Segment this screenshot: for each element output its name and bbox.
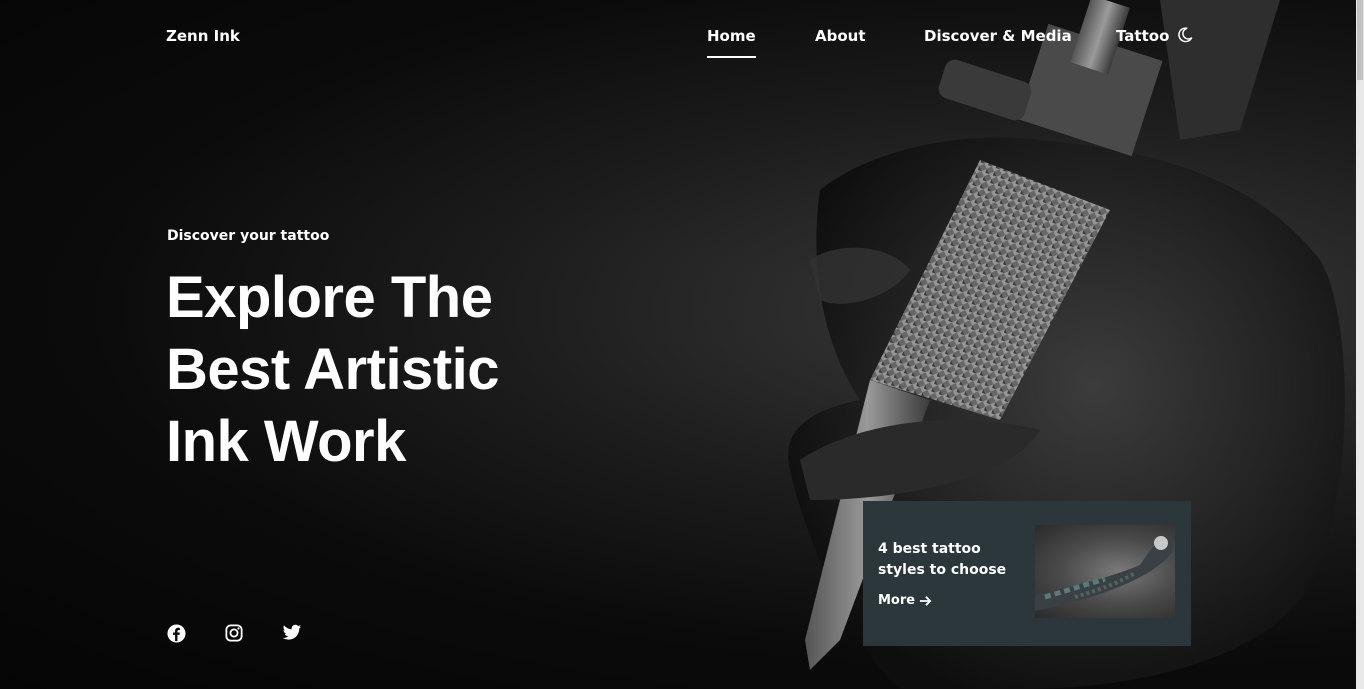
hero-kicker: Discover your tattoo (167, 228, 330, 244)
headline-line-3: Ink Work (166, 409, 406, 474)
hero-section: Zenn Ink Home About Discover & Media Tat… (0, 0, 1356, 689)
hero-headline: Explore The Best Artistic Ink Work (166, 262, 586, 478)
nav-tattoo[interactable]: Tattoo (1116, 27, 1169, 45)
nav-discover-media[interactable]: Discover & Media (924, 27, 1072, 45)
arrow-right-icon (920, 595, 932, 606)
headline-line-2: Best Artistic (166, 337, 500, 402)
moon-icon[interactable] (1176, 26, 1194, 44)
more-label: More (878, 593, 916, 608)
headline-line-1: Explore The (166, 265, 493, 330)
twitter-icon[interactable] (282, 623, 302, 643)
nav-about[interactable]: About (815, 27, 866, 45)
page-scrollbar[interactable] (1356, 0, 1364, 689)
scrollbar-thumb[interactable] (1357, 0, 1363, 80)
tattooed-arm-image (1035, 536, 1174, 611)
main-nav: Home About Discover & Media Tattoo (0, 27, 1356, 67)
nav-home[interactable]: Home (707, 27, 756, 58)
facebook-icon[interactable] (166, 623, 186, 643)
tattooed-arm-photo[interactable] (1035, 525, 1175, 618)
instagram-icon[interactable] (224, 623, 244, 643)
more-link[interactable]: More (878, 593, 932, 608)
card-title[interactable]: 4 best tattoo styles to choose (878, 539, 1018, 581)
featured-article-card[interactable]: 4 best tattoo styles to choose More (863, 501, 1191, 646)
